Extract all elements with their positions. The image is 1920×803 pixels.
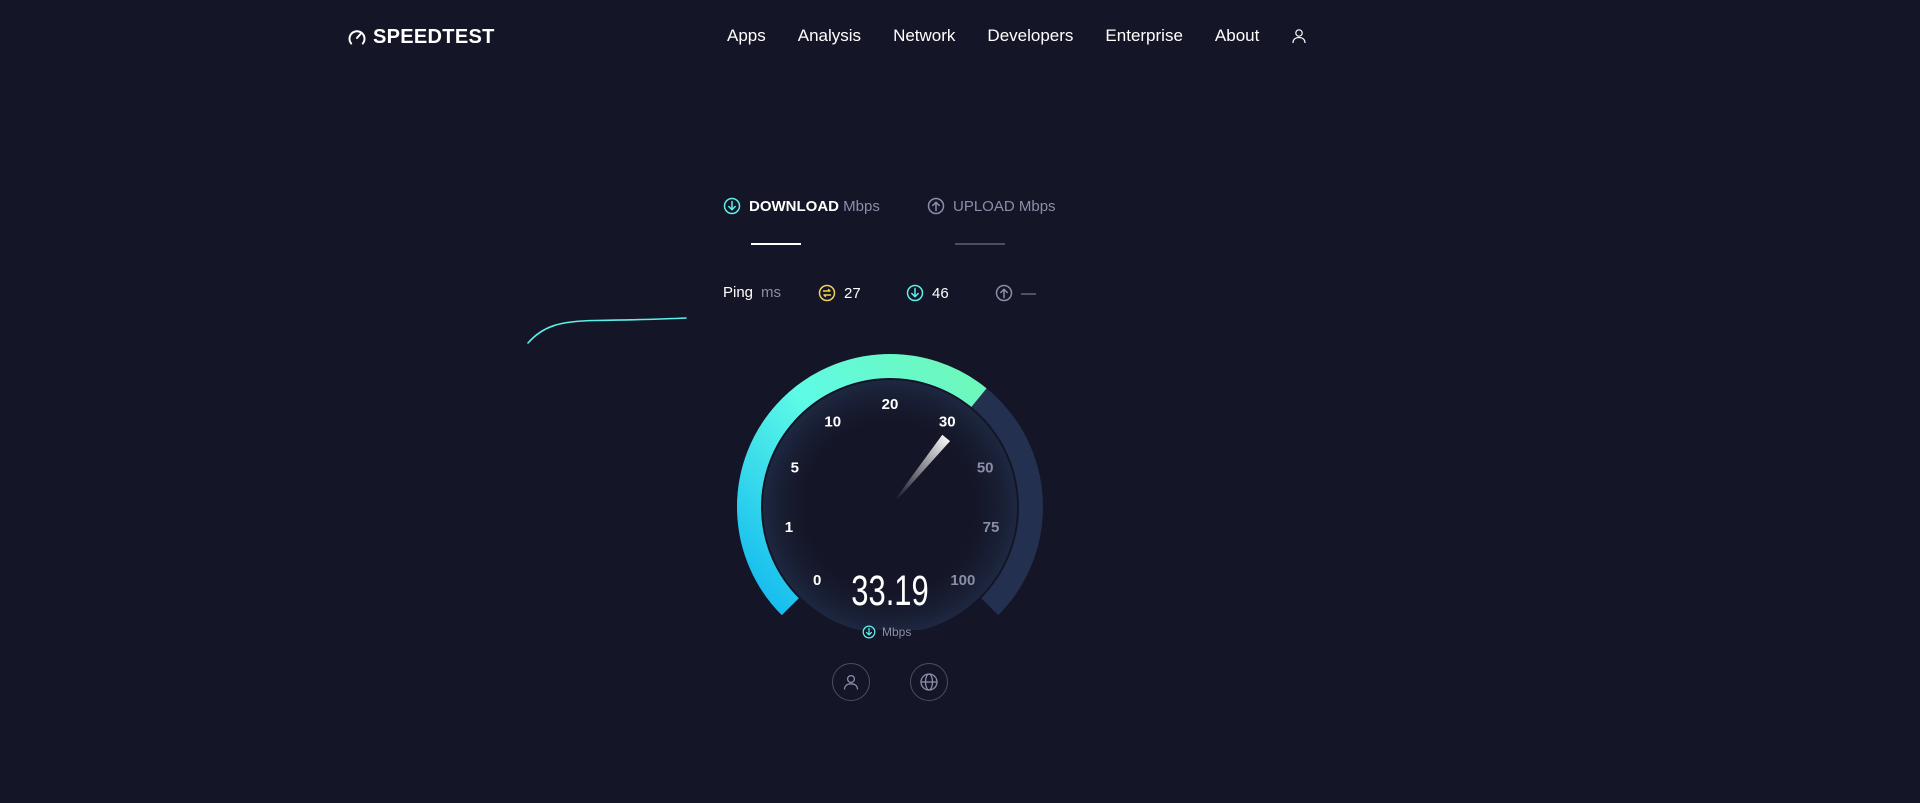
speedometer-logo-icon — [348, 29, 366, 44]
jitter-value: 27 — [844, 284, 861, 302]
speed-sparkline — [527, 317, 687, 344]
gauge-tick-label: 50 — [977, 460, 994, 477]
speedtest-logo[interactable]: SPEEDTEST — [347, 26, 495, 49]
upload-tab-underline — [955, 243, 1005, 245]
nav-network[interactable]: Network — [893, 26, 955, 46]
tab-upload[interactable]: UPLOAD Mbps — [927, 197, 1056, 215]
download-ping-value: 46 — [932, 284, 949, 302]
account-icon[interactable] — [1291, 28, 1307, 44]
download-arrow-icon — [862, 625, 876, 639]
user-icon — [843, 674, 859, 690]
upload-ping-metric: — — [995, 284, 1036, 302]
upload-arrow-icon — [927, 197, 945, 215]
download-unit: Mbps — [843, 197, 880, 215]
gauge-tick-label: 1 — [785, 519, 793, 536]
current-speed-unit-text: Mbps — [882, 625, 912, 639]
upload-arrow-icon — [995, 284, 1013, 302]
user-settings-button[interactable] — [832, 663, 870, 701]
gauge-tick-label: 20 — [882, 396, 899, 413]
tab-download[interactable]: DOWNLOAD Mbps — [723, 197, 880, 215]
nav-apps[interactable]: Apps — [727, 26, 766, 46]
gauge-tick-label: 10 — [824, 413, 841, 430]
server-select-button[interactable] — [910, 663, 948, 701]
gauge-tick-label: 5 — [791, 460, 799, 477]
upload-ping-value: — — [1021, 284, 1036, 302]
jitter-metric: 27 — [818, 284, 861, 302]
download-tab-underline — [751, 243, 801, 245]
nav-enterprise[interactable]: Enterprise — [1105, 26, 1182, 46]
download-label: DOWNLOAD — [749, 197, 839, 215]
nav-about[interactable]: About — [1215, 26, 1259, 46]
current-speed-value: 33.19 — [851, 567, 929, 615]
nav-analysis[interactable]: Analysis — [798, 26, 861, 46]
ping-label: Ping ms — [723, 284, 781, 301]
upload-label: UPLOAD — [953, 197, 1015, 215]
logo-text: SPEEDTEST — [373, 26, 495, 48]
gauge-tick-label: 75 — [983, 519, 1000, 536]
jitter-icon — [818, 284, 836, 302]
gauge-tick-label: 30 — [939, 413, 956, 430]
download-arrow-icon — [723, 197, 741, 215]
download-ping-metric: 46 — [906, 284, 949, 302]
nav-developers[interactable]: Developers — [987, 26, 1073, 46]
ping-unit: ms — [761, 284, 782, 301]
speedtest-page: SPEEDTEST Apps Analysis Network Develope… — [0, 0, 1920, 803]
download-arrow-icon — [906, 284, 924, 302]
globe-icon — [920, 673, 938, 691]
upload-unit: Mbps — [1018, 197, 1056, 215]
current-speed-unit: Mbps — [862, 625, 911, 639]
ping-text: Ping — [723, 284, 754, 301]
main-nav: Apps Analysis Network Developers Enterpr… — [727, 26, 1307, 46]
